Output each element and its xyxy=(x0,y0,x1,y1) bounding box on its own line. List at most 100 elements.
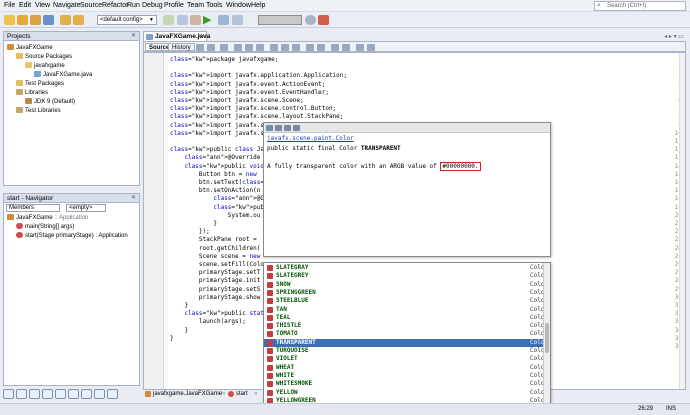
forward-icon[interactable] xyxy=(207,44,215,51)
memory-indicator[interactable] xyxy=(258,15,302,25)
completion-item[interactable]: VIOLET Color xyxy=(264,355,548,363)
breadcrumb-method[interactable]: start xyxy=(236,390,248,399)
profile-icon[interactable] xyxy=(232,15,243,25)
open-project-icon[interactable] xyxy=(30,15,41,25)
completion-item[interactable]: WHITESMOKE Color xyxy=(264,380,548,388)
completion-item[interactable]: TOMATO Color xyxy=(264,330,548,338)
sort-source-icon[interactable] xyxy=(55,389,66,399)
completion-item[interactable]: TURQUOISE Color xyxy=(264,347,548,355)
back-icon[interactable] xyxy=(196,44,204,51)
toggle-highlight-icon[interactable] xyxy=(270,44,278,51)
start-macro-icon[interactable] xyxy=(331,44,339,51)
close-icon[interactable]: ✕ xyxy=(131,194,136,203)
javadoc-popup: javafx.scene.paint.Color public static f… xyxy=(263,122,551,257)
open-browser-icon[interactable] xyxy=(284,125,291,131)
menu-view[interactable]: View xyxy=(35,2,50,9)
new-file-icon[interactable] xyxy=(17,15,28,25)
nav-item-class[interactable]: JavaFXGame :: Application xyxy=(7,214,88,222)
completion-item[interactable]: SLATEGREY Color xyxy=(264,272,548,280)
run-icon[interactable]: ▶ xyxy=(203,13,214,26)
menu-run[interactable]: Run xyxy=(127,2,140,9)
tree-item-test-libraries[interactable]: Test Libraries xyxy=(16,107,61,115)
close-icon[interactable]: ✕ xyxy=(131,32,136,41)
redo-icon[interactable] xyxy=(73,15,84,25)
tree-item-project[interactable]: JavaFXGame xyxy=(7,44,53,52)
toggle-bookmark-icon[interactable] xyxy=(292,44,300,51)
tree-item-libraries[interactable]: Libraries xyxy=(16,89,48,97)
fields-filter-icon[interactable] xyxy=(3,389,14,399)
completion-scrollbar[interactable] xyxy=(543,263,550,411)
config-select[interactable]: <default config> ▼ xyxy=(97,15,157,25)
menu-profile[interactable]: Profile xyxy=(164,2,184,9)
nav-item-main[interactable]: main(String[] args) xyxy=(16,223,74,231)
back-icon[interactable] xyxy=(266,125,273,131)
completion-item[interactable]: SPRINGGREEN Color xyxy=(264,288,548,297)
empty-filter-select[interactable]: <empty> xyxy=(66,204,106,212)
completion-item[interactable]: TEAL Color xyxy=(264,314,548,322)
sort-name-icon[interactable] xyxy=(42,389,53,399)
completion-item[interactable]: YELLOW Color xyxy=(264,389,548,397)
stop-macro-icon[interactable] xyxy=(342,44,350,51)
new-project-icon[interactable] xyxy=(4,15,15,25)
target-icon[interactable] xyxy=(163,15,174,25)
completion-item[interactable]: WHEAT Color xyxy=(264,364,548,372)
debug-icon[interactable] xyxy=(218,15,229,25)
build-icon[interactable] xyxy=(177,15,188,25)
search-input[interactable]: ⌕ Search (Ctrl+I) xyxy=(594,1,686,11)
completion-item[interactable]: TRANSPARENT Color xyxy=(264,338,548,347)
stop-icon[interactable] xyxy=(318,15,329,25)
find-next-icon[interactable] xyxy=(245,44,253,51)
find-selection-icon[interactable] xyxy=(256,44,264,51)
menu-debug[interactable]: Debug xyxy=(142,2,163,9)
breadcrumb-class[interactable]: javafxgame.JavaFXGame xyxy=(153,390,222,399)
non-public-filter-icon[interactable] xyxy=(94,389,105,399)
tree-item-test-packages[interactable]: Test Packages xyxy=(16,80,64,88)
menu-window[interactable]: Window xyxy=(226,2,251,9)
menu-refactor[interactable]: Refactor xyxy=(102,2,128,9)
shift-left-icon[interactable] xyxy=(306,44,314,51)
rectangular-selection-icon[interactable] xyxy=(281,44,289,51)
menu-edit[interactable]: Edit xyxy=(19,2,31,9)
completion-item[interactable]: TAN Color xyxy=(264,306,548,314)
undo-icon[interactable] xyxy=(60,15,71,25)
completion-item[interactable]: SLATEGRAY Color xyxy=(264,264,548,272)
javadoc-filter-icon[interactable] xyxy=(107,389,118,399)
tab-history[interactable]: History xyxy=(168,43,195,51)
completion-item[interactable]: WHITE Color xyxy=(264,372,548,380)
save-all-icon[interactable] xyxy=(43,15,54,25)
uncomment-icon[interactable] xyxy=(367,44,375,51)
members-select[interactable]: Members xyxy=(6,204,60,212)
forward-icon[interactable] xyxy=(275,125,282,131)
tab-navigation[interactable]: ◂ ▸ ▾ ▭ xyxy=(664,33,684,40)
clean-build-icon[interactable] xyxy=(190,15,201,25)
last-edit-icon[interactable] xyxy=(220,44,228,51)
find-previous-icon[interactable] xyxy=(234,44,242,51)
completion-item[interactable]: THISTLE Color xyxy=(264,322,548,330)
private-filter-icon[interactable] xyxy=(81,389,92,399)
gc-icon[interactable] xyxy=(305,15,316,25)
editor-tab[interactable]: JavaFXGame.java ✕ xyxy=(143,31,210,41)
menu-file[interactable]: File xyxy=(4,2,15,9)
nav-item-start[interactable]: start(Stage primaryStage) : Application xyxy=(16,232,128,240)
shift-right-icon[interactable] xyxy=(317,44,325,51)
menu-help[interactable]: Help xyxy=(251,2,265,9)
menu-source[interactable]: Source xyxy=(80,2,102,9)
javadoc-class-link[interactable]: javafx.scene.paint.Color xyxy=(267,135,354,142)
completion-item[interactable]: STEELBLUE Color xyxy=(264,297,548,305)
inherited-filter-icon[interactable] xyxy=(29,389,40,399)
completion-item[interactable]: SNOW Color xyxy=(264,281,548,289)
editor-scrollbar[interactable] xyxy=(679,53,685,389)
tree-item-source-packages[interactable]: Source Packages xyxy=(16,53,72,61)
tree-item-package[interactable]: javafxgame xyxy=(25,62,65,70)
tree-item-java-file[interactable]: JavaFXGame.java xyxy=(34,71,92,79)
menu-navigate[interactable]: Navigate xyxy=(53,2,81,9)
comment-icon[interactable] xyxy=(356,44,364,51)
menu-team[interactable]: Team xyxy=(187,2,204,9)
menu-tools[interactable]: Tools xyxy=(206,2,222,9)
completion-item-name: SPRINGGREEN xyxy=(276,288,316,296)
go-to-source-icon[interactable] xyxy=(293,125,300,131)
static-filter-icon[interactable] xyxy=(16,389,27,399)
public-filter-icon[interactable] xyxy=(68,389,79,399)
tree-item-jdk[interactable]: JDK 9 (Default) xyxy=(25,98,75,106)
scroll-thumb[interactable] xyxy=(545,323,549,353)
